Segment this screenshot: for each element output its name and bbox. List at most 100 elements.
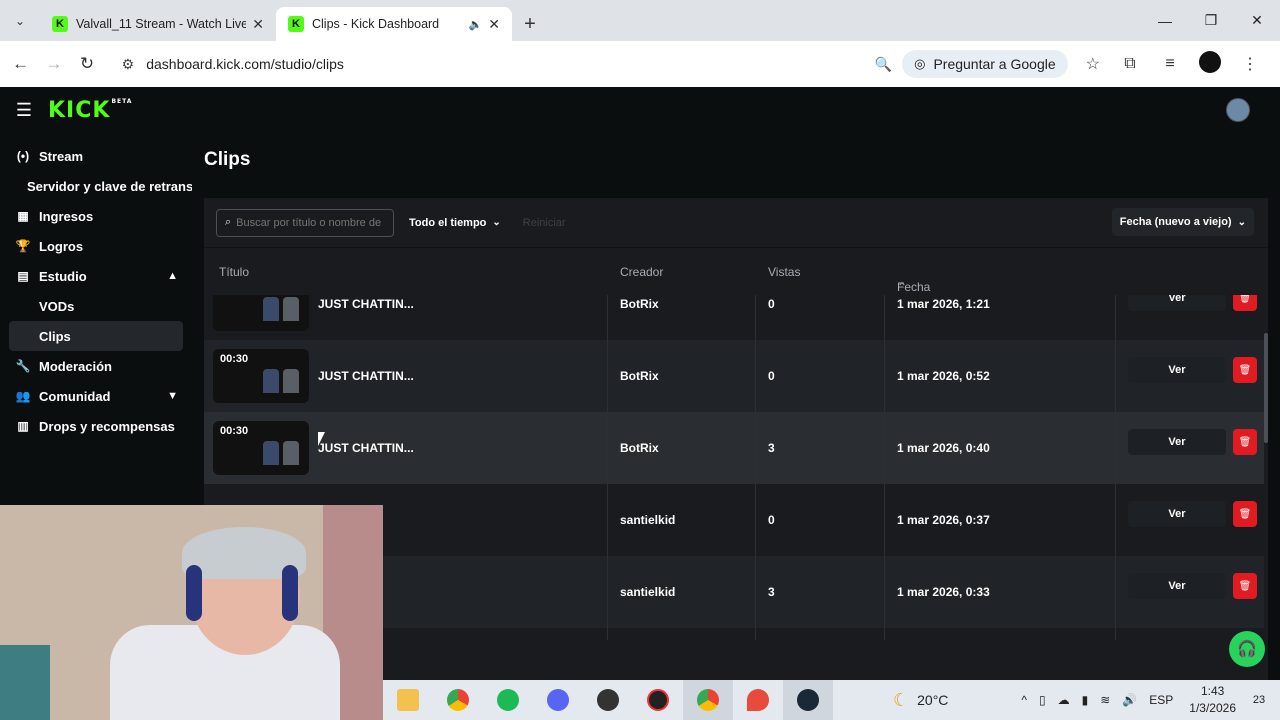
sidebar-item-vods[interactable]: VODs — [0, 291, 192, 321]
delete-button[interactable]: 🗑 — [1233, 357, 1257, 383]
clip-creator[interactable]: BotRix — [620, 340, 659, 412]
clip-thumbnail[interactable] — [213, 295, 309, 331]
sidebar-item-logros[interactable]: 🏆 Logros — [0, 231, 192, 261]
tab-clips[interactable]: K Clips - Kick Dashboard 🔈 ✕ — [276, 7, 512, 41]
url-text[interactable]: dashboard.kick.com/studio/clips — [146, 56, 874, 72]
clip-creator[interactable]: BotRix — [620, 295, 659, 340]
clip-creator[interactable]: santielkid — [620, 484, 675, 556]
table-row[interactable]: 00:30 JUST CHATTIN... BotRix 0 1 mar 202… — [204, 340, 1264, 412]
steam-icon[interactable] — [783, 680, 833, 720]
col-creator[interactable]: Creador — [620, 265, 663, 279]
ask-google-label: Preguntar a Google — [933, 56, 1056, 72]
trash-icon: 🗑 — [1238, 508, 1252, 520]
col-title[interactable]: Título — [219, 265, 249, 279]
table-row[interactable]: 00:30 JUST CHATTIN... BotRix 3 1 mar 202… — [204, 412, 1264, 484]
clip-date: 1 mar 2026, 0:33 — [897, 585, 990, 599]
table-row[interactable]: JUST CHATTIN... BotRix 0 1 mar 2026, 1:2… — [204, 295, 1264, 340]
profile-icon[interactable] — [1190, 50, 1230, 78]
phone-icon[interactable]: ▯ — [1039, 693, 1046, 707]
chrome-icon[interactable] — [433, 680, 483, 720]
view-button[interactable]: Ver — [1128, 295, 1226, 311]
sort-dropdown[interactable]: Fecha (nuevo a viejo) ⌄ — [1111, 208, 1254, 236]
sidebar-item-ingresos[interactable]: ▦ Ingresos — [0, 201, 192, 231]
file-explorer-icon[interactable] — [383, 680, 433, 720]
chevron-down-icon: ⌄ — [1237, 216, 1246, 228]
notification-center[interactable]: 23 — [1246, 687, 1272, 713]
chevron-up-icon[interactable]: ^ — [1021, 693, 1027, 707]
support-chat-button[interactable]: 🎧 — [1229, 631, 1265, 667]
view-button[interactable]: Ver — [1128, 357, 1226, 383]
clip-views: 3 — [768, 585, 775, 599]
sidebar-item-drops[interactable]: ▥ Drops y recompensas — [0, 411, 192, 441]
temperature: 20°C — [917, 692, 949, 708]
kick-logo[interactable]: KICKBETA — [48, 98, 132, 123]
delete-button[interactable]: 🗑 — [1233, 295, 1257, 311]
sidebar-item-estudio[interactable]: ▤ Estudio ▲ — [0, 261, 192, 291]
view-button[interactable]: Ver — [1128, 429, 1226, 455]
weather-widget[interactable]: ☾ 20°C — [893, 690, 948, 711]
tab-search-icon[interactable]: ⌄ — [0, 0, 40, 41]
kick-favicon-icon: K — [288, 16, 304, 32]
chart-icon: ▦ — [17, 209, 29, 223]
volume-icon[interactable]: 🔊 — [1122, 693, 1137, 707]
hamburger-menu-icon[interactable]: ☰ — [0, 100, 48, 121]
language-indicator[interactable]: ESP — [1149, 693, 1173, 707]
usb-icon[interactable]: ▮ — [1082, 693, 1089, 707]
zoom-icon[interactable]: 🔍 — [875, 56, 892, 73]
sidebar-item-stream[interactable]: (•) Stream — [0, 141, 192, 171]
delete-button[interactable]: 🗑 — [1233, 429, 1257, 455]
search-box[interactable]: ⌕ — [216, 208, 394, 237]
chrome-active-icon[interactable] — [683, 680, 733, 720]
view-button[interactable]: Ver — [1128, 573, 1226, 599]
time-filter-dropdown[interactable]: Todo el tiempo ⌄ — [409, 217, 501, 229]
sidebar-item-moderacion[interactable]: 🔧 Moderación — [0, 351, 192, 381]
clip-thumbnail[interactable]: 00:30 — [213, 349, 309, 403]
app-icon[interactable] — [633, 680, 683, 720]
clip-thumbnail[interactable]: 00:30 — [213, 421, 309, 475]
speaker-icon[interactable]: 🔈 — [469, 18, 483, 31]
restore-icon[interactable]: ❐ — [1188, 12, 1234, 29]
maps-icon[interactable] — [733, 680, 783, 720]
media-control-icon[interactable]: ≡ — [1150, 55, 1190, 73]
wifi-icon[interactable]: ≋ — [1100, 693, 1110, 707]
omnibox[interactable]: ⚙ dashboard.kick.com/studio/clips 🔍 ◎ Pr… — [112, 46, 1110, 82]
reset-button[interactable]: Reiniciar — [523, 217, 566, 229]
table-scrollbar[interactable] — [1264, 333, 1268, 443]
reload-icon[interactable]: ↻ — [70, 54, 103, 74]
site-info-icon[interactable]: ⚙ — [122, 56, 135, 73]
close-icon[interactable]: ✕ — [488, 16, 500, 33]
sidebar-item-comunidad[interactable]: 👥 Comunidad ▼ — [0, 381, 192, 411]
extensions-icon[interactable]: ⧉ — [1110, 55, 1150, 73]
cloud-icon[interactable]: ☁ — [1058, 693, 1070, 707]
menu-icon[interactable]: ⋮ — [1230, 54, 1270, 74]
delete-button[interactable]: 🗑 — [1233, 573, 1257, 599]
clip-creator[interactable]: BotRix — [620, 412, 659, 484]
clip-duration: 00:30 — [220, 425, 249, 437]
tab-valvall[interactable]: K Valvall_11 Stream - Watch Live o ✕ — [40, 7, 276, 41]
clip-date: 1 mar 2026, 0:40 — [897, 441, 990, 455]
sidebar-item-clips[interactable]: Clips — [9, 321, 183, 351]
clip-views: 3 — [768, 441, 775, 455]
chatgpt-icon[interactable] — [583, 680, 633, 720]
users-icon: 👥 — [15, 389, 31, 403]
spotify-icon[interactable] — [483, 680, 533, 720]
ask-google-button[interactable]: ◎ Preguntar a Google — [902, 50, 1068, 78]
filter-bar: ⌕ Todo el tiempo⌄ Reiniciar Fecha (nuevo… — [204, 198, 1268, 248]
close-icon[interactable]: ✕ — [252, 16, 264, 33]
discord-icon[interactable] — [533, 680, 583, 720]
col-views[interactable]: Vistas — [768, 265, 800, 279]
new-tab-button[interactable]: + — [512, 7, 548, 41]
user-avatar[interactable] — [1226, 98, 1250, 122]
back-icon[interactable]: ← — [4, 54, 37, 74]
delete-button[interactable]: 🗑 — [1233, 501, 1257, 527]
close-window-icon[interactable]: ✕ — [1234, 12, 1280, 29]
view-button[interactable]: Ver — [1128, 501, 1226, 527]
search-input[interactable] — [236, 216, 382, 229]
forward-icon[interactable]: → — [37, 54, 70, 74]
clock[interactable]: 1:43 1/3/2026 — [1189, 683, 1236, 717]
clip-creator[interactable]: santielkid — [620, 556, 675, 628]
broadcast-icon: (•) — [16, 149, 30, 163]
sidebar-item-stream-key[interactable]: Servidor y clave de retransmisión — [0, 171, 192, 201]
minimize-icon[interactable]: — — [1142, 13, 1188, 29]
bookmark-star-icon[interactable]: ☆ — [1086, 54, 1100, 74]
